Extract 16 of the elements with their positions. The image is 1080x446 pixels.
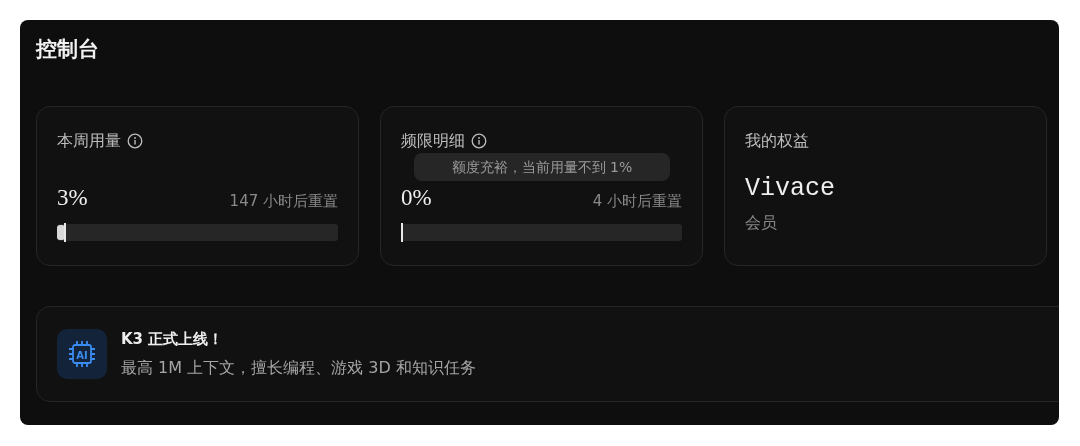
usage-percent: 3%: [57, 184, 88, 212]
card-title: 频限明细: [401, 130, 465, 152]
card-title: 我的权益: [745, 130, 809, 152]
info-icon[interactable]: [471, 133, 487, 149]
plan-label: 会员: [745, 212, 778, 234]
chip-icon: AI: [57, 329, 107, 379]
usage-percent: 0%: [401, 184, 432, 212]
info-icon[interactable]: [127, 133, 143, 149]
tooltip: 额度充裕，当前用量不到 1%: [414, 153, 670, 181]
reset-time: 4 小时后重置: [592, 190, 682, 212]
card-title: 本周用量: [57, 130, 121, 152]
plan-name: Vivace: [745, 173, 836, 205]
reset-time: 147 小时后重置: [229, 190, 338, 212]
announcement-text: 最高 1M 上下文，擅长编程、游戏 3D 和知识任务: [121, 357, 476, 380]
page-title: 控制台: [36, 36, 100, 63]
announcement-title: K3 正式上线！: [121, 328, 225, 350]
